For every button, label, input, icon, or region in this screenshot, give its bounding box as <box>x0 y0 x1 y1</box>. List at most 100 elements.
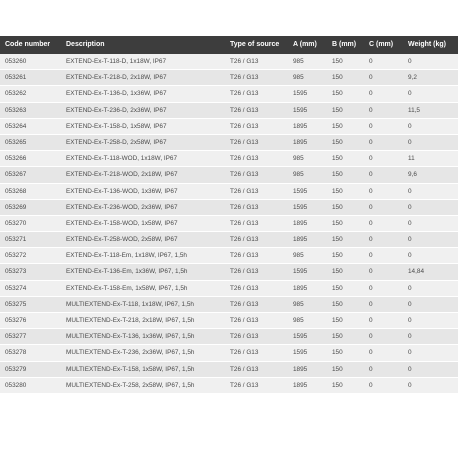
cell-c-mm: 0 <box>369 90 373 98</box>
cell-code-number: 053274 <box>5 284 27 292</box>
table-body: 053260 EXTEND-Ex-T-118-D, 1x18W, IP67 T26 … <box>0 54 458 394</box>
table-row: 053267 EXTEND-Ex-T-218-WOD, 2x18W, IP67 T2… <box>0 167 458 184</box>
cell-a-mm: 985 <box>293 74 304 82</box>
header-b-mm: B (mm) <box>332 41 357 48</box>
cell-a-mm: 1595 <box>293 106 308 114</box>
cell-weight-kg: 9,2 <box>408 74 417 82</box>
cell-weight-kg: 0 <box>408 381 412 389</box>
cell-c-mm: 0 <box>369 138 373 146</box>
cell-type-of-source: T26 / G13 <box>230 300 259 308</box>
cell-a-mm: 1895 <box>293 219 308 227</box>
cell-b-mm: 150 <box>332 106 343 114</box>
cell-type-of-source: T26 / G13 <box>230 365 259 373</box>
cell-b-mm: 150 <box>332 317 343 324</box>
cell-b-mm: 150 <box>332 203 343 211</box>
cell-c-mm: 0 <box>369 187 373 195</box>
cell-type-of-source: T26 / G13 <box>230 381 259 389</box>
cell-c-mm: 0 <box>369 236 373 244</box>
cell-a-mm: 1595 <box>293 333 308 341</box>
table-row: 053268 EXTEND-Ex-T-136-WOD, 1x36W, IP67 T2… <box>0 183 458 200</box>
cell-code-number: 053270 <box>5 219 27 227</box>
cell-description: EXTEND-Ex-T-258-D, 2x58W, IP67 <box>66 138 167 146</box>
cell-code-number: 053278 <box>5 349 27 357</box>
table-row: 053261 EXTEND-Ex-T-218-D, 2x18W, IP67 T26 … <box>0 70 458 87</box>
cell-code-number: 053271 <box>5 236 27 244</box>
header-c-mm: C (mm) <box>369 41 394 48</box>
cell-a-mm: 1895 <box>293 236 308 244</box>
cell-a-mm: 985 <box>293 171 304 179</box>
cell-a-mm: 1895 <box>293 138 308 146</box>
cell-b-mm: 150 <box>332 187 343 195</box>
cell-code-number: 053263 <box>5 106 27 114</box>
cell-a-mm: 985 <box>293 252 304 260</box>
cell-code-number: 053272 <box>5 252 27 260</box>
cell-a-mm: 985 <box>293 58 304 65</box>
cell-description: EXTEND-Ex-T-118-D, 1x18W, IP67 <box>66 58 167 65</box>
cell-description: EXTEND-Ex-T-236-D, 2x36W, IP67 <box>66 106 167 114</box>
cell-c-mm: 0 <box>369 171 373 179</box>
cell-weight-kg: 14,84 <box>408 268 424 276</box>
table-row: 053264 EXTEND-Ex-T-158-D, 1x58W, IP67 T26 … <box>0 118 458 135</box>
cell-description: MULTIEXTEND-Ex-T-258, 2x58W, IP67, 1,5h <box>66 381 195 389</box>
cell-a-mm: 1895 <box>293 381 308 389</box>
cell-a-mm: 985 <box>293 300 304 308</box>
cell-description: EXTEND-Ex-T-258-WOD, 2x58W, IP67 <box>66 236 178 244</box>
cell-c-mm: 0 <box>369 268 373 276</box>
cell-weight-kg: 0 <box>408 300 412 308</box>
cell-code-number: 053264 <box>5 122 27 130</box>
cell-type-of-source: T26 / G13 <box>230 317 259 324</box>
cell-c-mm: 0 <box>369 58 373 65</box>
cell-weight-kg: 11 <box>408 155 415 163</box>
cell-type-of-source: T26 / G13 <box>230 333 259 341</box>
cell-description: MULTIEXTEND-Ex-T-158, 1x58W, IP67, 1,5h <box>66 365 195 373</box>
cell-weight-kg: 0 <box>408 252 412 260</box>
cell-description: EXTEND-Ex-T-118-WOD, 1x18W, IP67 <box>66 155 178 163</box>
table-row: 053277 MULTIEXTEND-Ex-T-136, 1x36W, IP67,… <box>0 329 458 346</box>
table-row: 053273 EXTEND-Ex-T-136-Em, 1x36W, IP67, 1… <box>0 264 458 281</box>
cell-a-mm: 1895 <box>293 284 308 292</box>
cell-type-of-source: T26 / G13 <box>230 252 259 260</box>
cell-code-number: 053279 <box>5 365 27 373</box>
header-a-mm: A (mm) <box>293 41 317 48</box>
cell-weight-kg: 0 <box>408 187 412 195</box>
cell-a-mm: 1895 <box>293 122 308 130</box>
cell-b-mm: 150 <box>332 284 343 292</box>
cell-c-mm: 0 <box>369 252 373 260</box>
cell-weight-kg: 0 <box>408 284 412 292</box>
cell-type-of-source: T26 / G13 <box>230 155 259 163</box>
table-row: 053274 EXTEND-Ex-T-158-Em, 1x58W, IP67, 1… <box>0 280 458 297</box>
table-row: 053280 MULTIEXTEND-Ex-T-258, 2x58W, IP67,… <box>0 377 458 394</box>
cell-code-number: 053262 <box>5 90 27 98</box>
cell-b-mm: 150 <box>332 90 343 98</box>
cell-b-mm: 150 <box>332 268 343 276</box>
table-row: 053275 MULTIEXTEND-Ex-T-118, 1x18W, IP67,… <box>0 296 458 313</box>
cell-a-mm: 1595 <box>293 268 308 276</box>
cell-b-mm: 150 <box>332 58 343 65</box>
table-row: 053279 MULTIEXTEND-Ex-T-158, 1x58W, IP67,… <box>0 361 458 378</box>
cell-weight-kg: 0 <box>408 365 412 373</box>
cell-c-mm: 0 <box>369 317 373 324</box>
cell-type-of-source: T26 / G13 <box>230 349 259 357</box>
table-header: Code number Description Type of source A… <box>0 36 458 54</box>
table-row: 053260 EXTEND-Ex-T-118-D, 1x18W, IP67 T26 … <box>0 54 458 71</box>
cell-type-of-source: T26 / G13 <box>230 268 259 276</box>
header-code-number: Code number <box>5 41 51 48</box>
cell-b-mm: 150 <box>332 171 343 179</box>
cell-type-of-source: T26 / G13 <box>230 74 259 82</box>
cell-weight-kg: 0 <box>408 317 412 324</box>
cell-type-of-source: T26 / G13 <box>230 90 259 98</box>
cell-a-mm: 1895 <box>293 365 308 373</box>
cell-type-of-source: T26 / G13 <box>230 203 259 211</box>
table-row: 053265 EXTEND-Ex-T-258-D, 2x58W, IP67 T26 … <box>0 134 458 152</box>
cell-a-mm: 985 <box>293 317 304 324</box>
cell-weight-kg: 0 <box>408 203 412 211</box>
cell-code-number: 053277 <box>5 333 27 341</box>
product-table: Code number Description Type of source A… <box>0 36 458 394</box>
table-row: 053278 MULTIEXTEND-Ex-T-236, 2x36W, IP67,… <box>0 345 458 362</box>
cell-description: EXTEND-Ex-T-218-D, 2x18W, IP67 <box>66 74 167 82</box>
cell-a-mm: 1595 <box>293 349 308 357</box>
cell-code-number: 053265 <box>5 138 27 146</box>
cell-code-number: 053269 <box>5 203 27 211</box>
cell-type-of-source: T26 / G13 <box>230 284 259 292</box>
cell-type-of-source: T26 / G13 <box>230 171 259 179</box>
